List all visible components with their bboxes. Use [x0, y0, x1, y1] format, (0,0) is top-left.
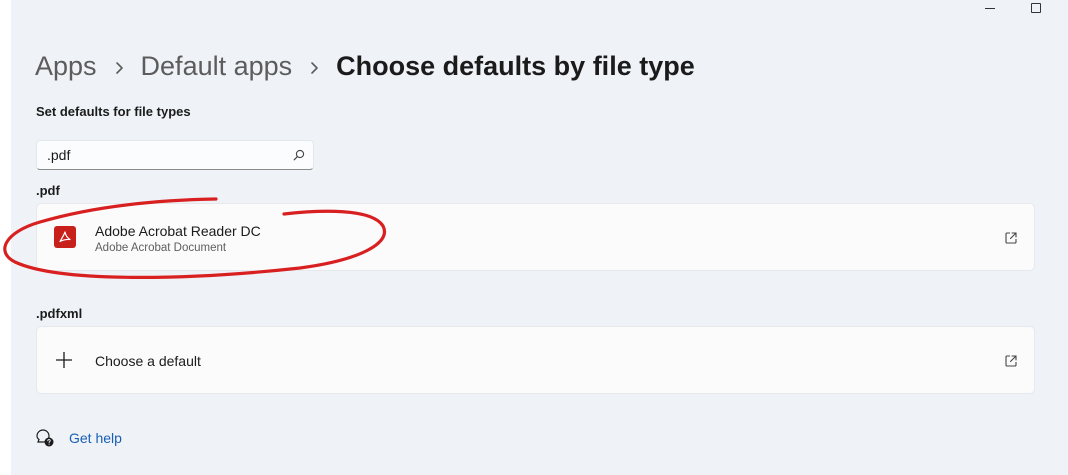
app-description: Adobe Acrobat Document: [95, 242, 227, 254]
breadcrumb-apps[interactable]: Apps: [35, 46, 97, 86]
get-help-row[interactable]: Get help: [35, 428, 122, 448]
search-icon[interactable]: [293, 149, 305, 161]
settings-window: Apps Default apps Choose defaults by fil…: [11, 0, 1068, 475]
file-type-search[interactable]: [36, 140, 314, 170]
choose-default-label: Choose a default: [95, 353, 201, 369]
get-help-link[interactable]: Get help: [69, 430, 122, 446]
page-title: Choose defaults by file type: [336, 51, 695, 81]
maximize-button[interactable]: [1013, 0, 1059, 14]
chevron-right-icon: [97, 46, 141, 86]
file-type-label-pdf: .pdf: [36, 183, 60, 198]
open-external-icon[interactable]: [1004, 231, 1018, 245]
open-external-icon[interactable]: [1004, 354, 1018, 368]
maximize-icon: [1031, 3, 1041, 13]
default-app-card-pdfxml[interactable]: Choose a default: [36, 326, 1035, 394]
section-title: Set defaults for file types: [36, 104, 191, 119]
minimize-button[interactable]: [967, 0, 1013, 14]
help-chat-icon: [36, 429, 54, 447]
chevron-right-icon: [292, 46, 336, 86]
breadcrumb-default-apps[interactable]: Default apps: [141, 46, 293, 86]
plus-icon: [56, 352, 72, 368]
acrobat-icon: [54, 226, 76, 248]
app-name: Adobe Acrobat Reader DC: [95, 223, 261, 239]
breadcrumb: Apps Default apps Choose defaults by fil…: [35, 46, 695, 86]
default-app-card-pdf[interactable]: Adobe Acrobat Reader DC Adobe Acrobat Do…: [36, 203, 1035, 271]
file-type-label-pdfxml: .pdfxml: [36, 306, 83, 321]
minimize-icon: [985, 7, 995, 9]
search-input[interactable]: [37, 141, 287, 169]
